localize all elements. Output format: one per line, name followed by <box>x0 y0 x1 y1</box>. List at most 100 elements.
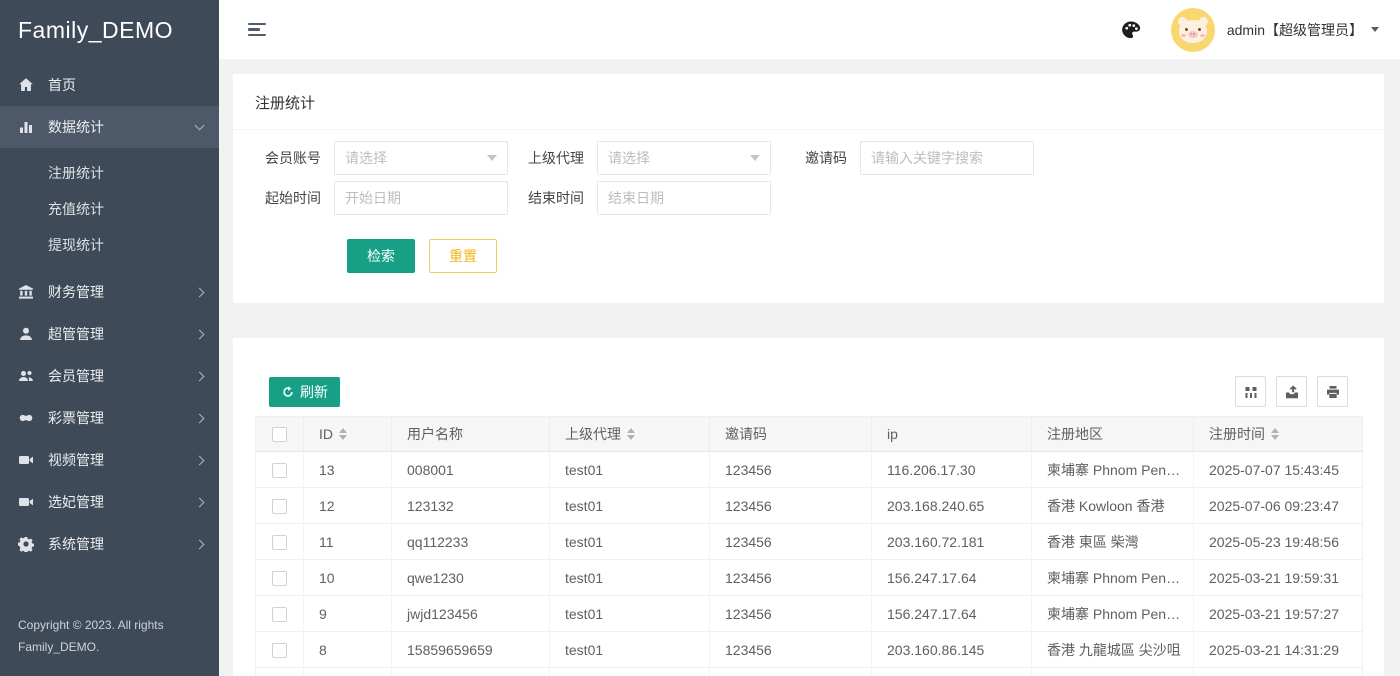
table-body: 13008001test01123456116.206.17.30柬埔寨 Phn… <box>256 452 1363 676</box>
sidebar-subitem[interactable]: 提现统计 <box>0 227 219 263</box>
table-cell: test01 <box>550 668 710 676</box>
sidebar-item[interactable]: 首页 <box>0 64 219 106</box>
row-checkbox[interactable] <box>272 499 287 514</box>
sidebar-item-label: 彩票管理 <box>48 408 196 428</box>
table-cell: 香港 九龍城區 尖沙咀 <box>1032 632 1194 668</box>
refresh-icon <box>281 385 295 399</box>
sidebar: Family_DEMO 首页数据统计注册统计充值统计提现统计财务管理超管管理会员… <box>0 0 219 676</box>
table-cell: test01 <box>550 596 710 632</box>
reset-button[interactable]: 重置 <box>429 239 497 273</box>
chevron-right-icon <box>195 371 205 381</box>
table-cell: 2025-07-06 09:23:47 <box>1194 488 1363 524</box>
sidebar-item-label: 系统管理 <box>48 534 196 554</box>
main-area: admin【超级管理员】 注册统计 会员账号 请选择 <box>219 0 1400 676</box>
table-cell: 203.168.240.65 <box>872 668 1032 676</box>
gear-icon <box>18 536 34 552</box>
table-cell: 2025-03-21 14:31:29 <box>1194 632 1363 668</box>
member-account-select[interactable]: 请选择 <box>334 141 508 175</box>
sidebar-item[interactable]: 会员管理 <box>0 355 219 397</box>
sidebar-item[interactable]: 视频管理 <box>0 439 219 481</box>
row-checkbox[interactable] <box>272 643 287 658</box>
row-checkbox[interactable] <box>272 463 287 478</box>
table-cell: 2025-03-21 14:30:08 <box>1194 668 1363 676</box>
table-row: 815859659659test01123456203.160.86.145香港… <box>256 632 1363 668</box>
table-cell: 8 <box>304 632 392 668</box>
table-cell: 香港 Kowloon City Dist... <box>1032 668 1194 676</box>
avatar[interactable] <box>1171 8 1215 52</box>
end-time-label: 结束时间 <box>517 188 597 208</box>
sidebar-item[interactable]: 数据统计 <box>0 106 219 148</box>
search-button[interactable]: 检索 <box>347 239 415 273</box>
table-row: 12123132test01123456203.168.240.65香港 Kow… <box>256 488 1363 524</box>
chart-icon <box>18 119 34 135</box>
user-menu[interactable]: admin【超级管理员】 <box>1227 20 1379 40</box>
table-cell: 9 <box>304 596 392 632</box>
column-header: ip <box>872 417 1032 452</box>
invite-code-input[interactable] <box>860 141 1034 175</box>
parent-agent-label: 上级代理 <box>517 148 597 168</box>
user-icon <box>18 326 34 342</box>
sidebar-item-label: 超管管理 <box>48 324 196 344</box>
select-all-checkbox[interactable] <box>272 427 287 442</box>
table-cell: jwjd123456 <box>392 596 550 632</box>
row-checkbox[interactable] <box>272 607 287 622</box>
app-root: Family_DEMO 首页数据统计注册统计充值统计提现统计财务管理超管管理会员… <box>0 0 1400 676</box>
table-cell: test01 <box>550 524 710 560</box>
home-icon <box>18 77 34 93</box>
table-row: 11qq112233test01123456203.160.72.181香港 東… <box>256 524 1363 560</box>
table-header-row: ID用户名称上级代理邀请码ip注册地区注册时间 <box>256 417 1363 452</box>
sort-icon[interactable] <box>339 428 347 440</box>
table-cell: test01 <box>550 632 710 668</box>
table-row: 10qwe1230test01123456156.247.17.64柬埔寨 Ph… <box>256 560 1363 596</box>
sidebar-item[interactable]: 选妃管理 <box>0 481 219 523</box>
sidebar-submenu: 注册统计充值统计提现统计 <box>0 148 219 271</box>
sidebar-item[interactable]: 系统管理 <box>0 523 219 565</box>
chevron-right-icon <box>195 497 205 507</box>
table-cell: 123132 <box>392 488 550 524</box>
sort-icon[interactable] <box>627 428 635 440</box>
sidebar-item-label: 首页 <box>48 75 203 95</box>
table-cell: 柬埔寨 Phnom Penh... <box>1032 452 1194 488</box>
table-cell: 2025-05-23 19:48:56 <box>1194 524 1363 560</box>
sidebar-toggle-icon[interactable] <box>244 19 270 41</box>
theme-palette-icon[interactable] <box>1121 20 1141 40</box>
table-cell: 123456 <box>710 632 872 668</box>
copyright: Copyright © 2023. All rights Family_DEMO… <box>0 614 219 676</box>
bank-icon <box>18 284 34 300</box>
table-cell: 11 <box>304 524 392 560</box>
chevron-down-icon <box>1371 27 1379 32</box>
columns-icon[interactable] <box>1235 376 1266 407</box>
sidebar-subitem[interactable]: 充值统计 <box>0 191 219 227</box>
sidebar-subitem[interactable]: 注册统计 <box>0 155 219 191</box>
table-cell: test01 <box>550 452 710 488</box>
chevron-right-icon <box>195 287 205 297</box>
table-cell: 13 <box>304 452 392 488</box>
row-checkbox[interactable] <box>272 535 287 550</box>
sort-icon[interactable] <box>1271 428 1279 440</box>
parent-agent-select[interactable]: 请选择 <box>597 141 771 175</box>
table-cell: 203.160.72.181 <box>872 524 1032 560</box>
table-cell: 156.247.17.64 <box>872 596 1032 632</box>
lottery-icon <box>18 410 34 426</box>
table-cell: qwe1230 <box>392 560 550 596</box>
sidebar-item[interactable]: 彩票管理 <box>0 397 219 439</box>
table-cell: 203.160.86.145 <box>872 632 1032 668</box>
row-checkbox[interactable] <box>272 571 287 586</box>
sidebar-item[interactable]: 财务管理 <box>0 271 219 313</box>
table-cell: 123456 <box>710 524 872 560</box>
table-cell: 2025-07-07 15:43:45 <box>1194 452 1363 488</box>
print-icon[interactable] <box>1317 376 1348 407</box>
column-header: 邀请码 <box>710 417 872 452</box>
table-cell: 2025-03-21 19:57:27 <box>1194 596 1363 632</box>
sidebar-item-label: 视频管理 <box>48 450 196 470</box>
sidebar-item[interactable]: 超管管理 <box>0 313 219 355</box>
refresh-button[interactable]: 刷新 <box>269 377 340 407</box>
end-date-input[interactable] <box>597 181 771 215</box>
sidebar-item-label: 数据统计 <box>48 117 196 137</box>
table-cell: test01 <box>550 560 710 596</box>
export-icon[interactable] <box>1276 376 1307 407</box>
table-toolbar: 刷新 <box>255 338 1363 416</box>
page-title: 注册统计 <box>233 74 1384 130</box>
start-date-input[interactable] <box>334 181 508 215</box>
chevron-right-icon <box>195 329 205 339</box>
